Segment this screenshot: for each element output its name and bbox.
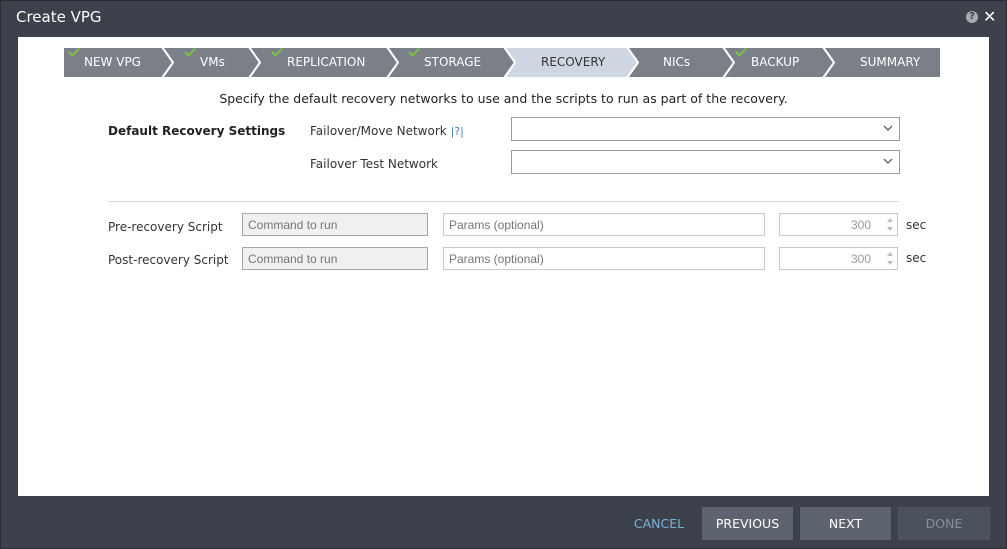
dialog-content: NEW VPG VMs REPLICATION STORAGE RECOVERY NICs… [18, 37, 989, 496]
failover-network-select[interactable] [511, 117, 900, 141]
wizard-step-summary[interactable]: SUMMARY [823, 47, 941, 78]
pre-recovery-timeout-input[interactable] [779, 213, 898, 236]
post-recovery-command-input[interactable] [242, 247, 428, 270]
page-description: Specify the default recovery networks to… [219, 91, 788, 106]
wizard-step-vms[interactable]: VMs [162, 47, 260, 78]
create-vpg-dialog: Create VPG ? ✕ NEW VPG VMs REPLICATION STOR… [0, 0, 1007, 549]
next-button[interactable]: NEXT [800, 507, 891, 540]
failover-network-label: Failover/Move Network |?| [310, 124, 464, 138]
post-recovery-params-input[interactable] [443, 247, 765, 270]
wizard-step-label: SUMMARY [860, 55, 921, 69]
spin-down-icon[interactable] [887, 261, 893, 265]
check-icon [735, 47, 747, 57]
check-icon [68, 47, 80, 57]
wizard-step-storage[interactable]: STORAGE [387, 47, 515, 78]
title-bar: Create VPG ? ✕ [1, 1, 1006, 35]
wizard-step-label: NICs [663, 55, 691, 69]
check-icon [184, 47, 196, 57]
chevron-down-icon [883, 125, 893, 131]
wizard-step-label: NEW VPG [84, 55, 141, 69]
dialog-title: Create VPG [16, 8, 102, 26]
post-recovery-script-label: Post-recovery Script [108, 253, 229, 267]
pre-recovery-timeout-unit: sec [906, 218, 927, 232]
wizard-step-backup[interactable]: BACKUP [723, 47, 834, 78]
failover-test-network-select[interactable] [511, 150, 900, 174]
wizard-step-label: VMs [200, 55, 225, 69]
wizard-step-nics[interactable]: NICs [627, 47, 734, 78]
spin-up-icon[interactable] [887, 218, 893, 222]
wizard-step-label: RECOVERY [541, 55, 606, 69]
check-icon [408, 47, 420, 57]
section-divider [108, 201, 899, 202]
cancel-button[interactable]: CANCEL [628, 507, 690, 540]
help-icon[interactable]: ? [966, 11, 978, 23]
spin-down-icon[interactable] [887, 227, 893, 231]
done-button[interactable]: DONE [898, 507, 990, 540]
failover-network-help-link[interactable]: |?| [451, 125, 464, 138]
close-icon[interactable]: ✕ [983, 7, 996, 26]
pre-recovery-timeout-spinner[interactable] [885, 213, 895, 236]
pre-recovery-script-label: Pre-recovery Script [108, 220, 223, 234]
wizard-step-label: BACKUP [751, 55, 800, 69]
wizard-step-replication[interactable]: REPLICATION [249, 47, 398, 78]
wizard-step-new-vpg[interactable]: NEW VPG [63, 47, 173, 78]
default-recovery-settings-heading: Default Recovery Settings [108, 124, 286, 138]
chevron-down-icon [883, 158, 893, 164]
spin-up-icon[interactable] [887, 252, 893, 256]
pre-recovery-params-input[interactable] [443, 213, 765, 236]
failover-network-label-text: Failover/Move Network [310, 124, 447, 138]
failover-test-network-label: Failover Test Network [310, 157, 438, 171]
wizard-step-label: STORAGE [424, 55, 482, 69]
post-recovery-timeout-unit: sec [906, 251, 927, 265]
wizard-step-recovery[interactable]: RECOVERY [504, 47, 638, 78]
post-recovery-timeout-input[interactable] [779, 247, 898, 270]
pre-recovery-command-input[interactable] [242, 213, 428, 236]
check-icon [271, 47, 283, 57]
post-recovery-timeout-spinner[interactable] [885, 247, 895, 270]
previous-button[interactable]: PREVIOUS [702, 507, 793, 540]
wizard-steps: NEW VPG VMs REPLICATION STORAGE RECOVERY NICs… [63, 47, 941, 78]
wizard-step-label: REPLICATION [287, 55, 366, 69]
